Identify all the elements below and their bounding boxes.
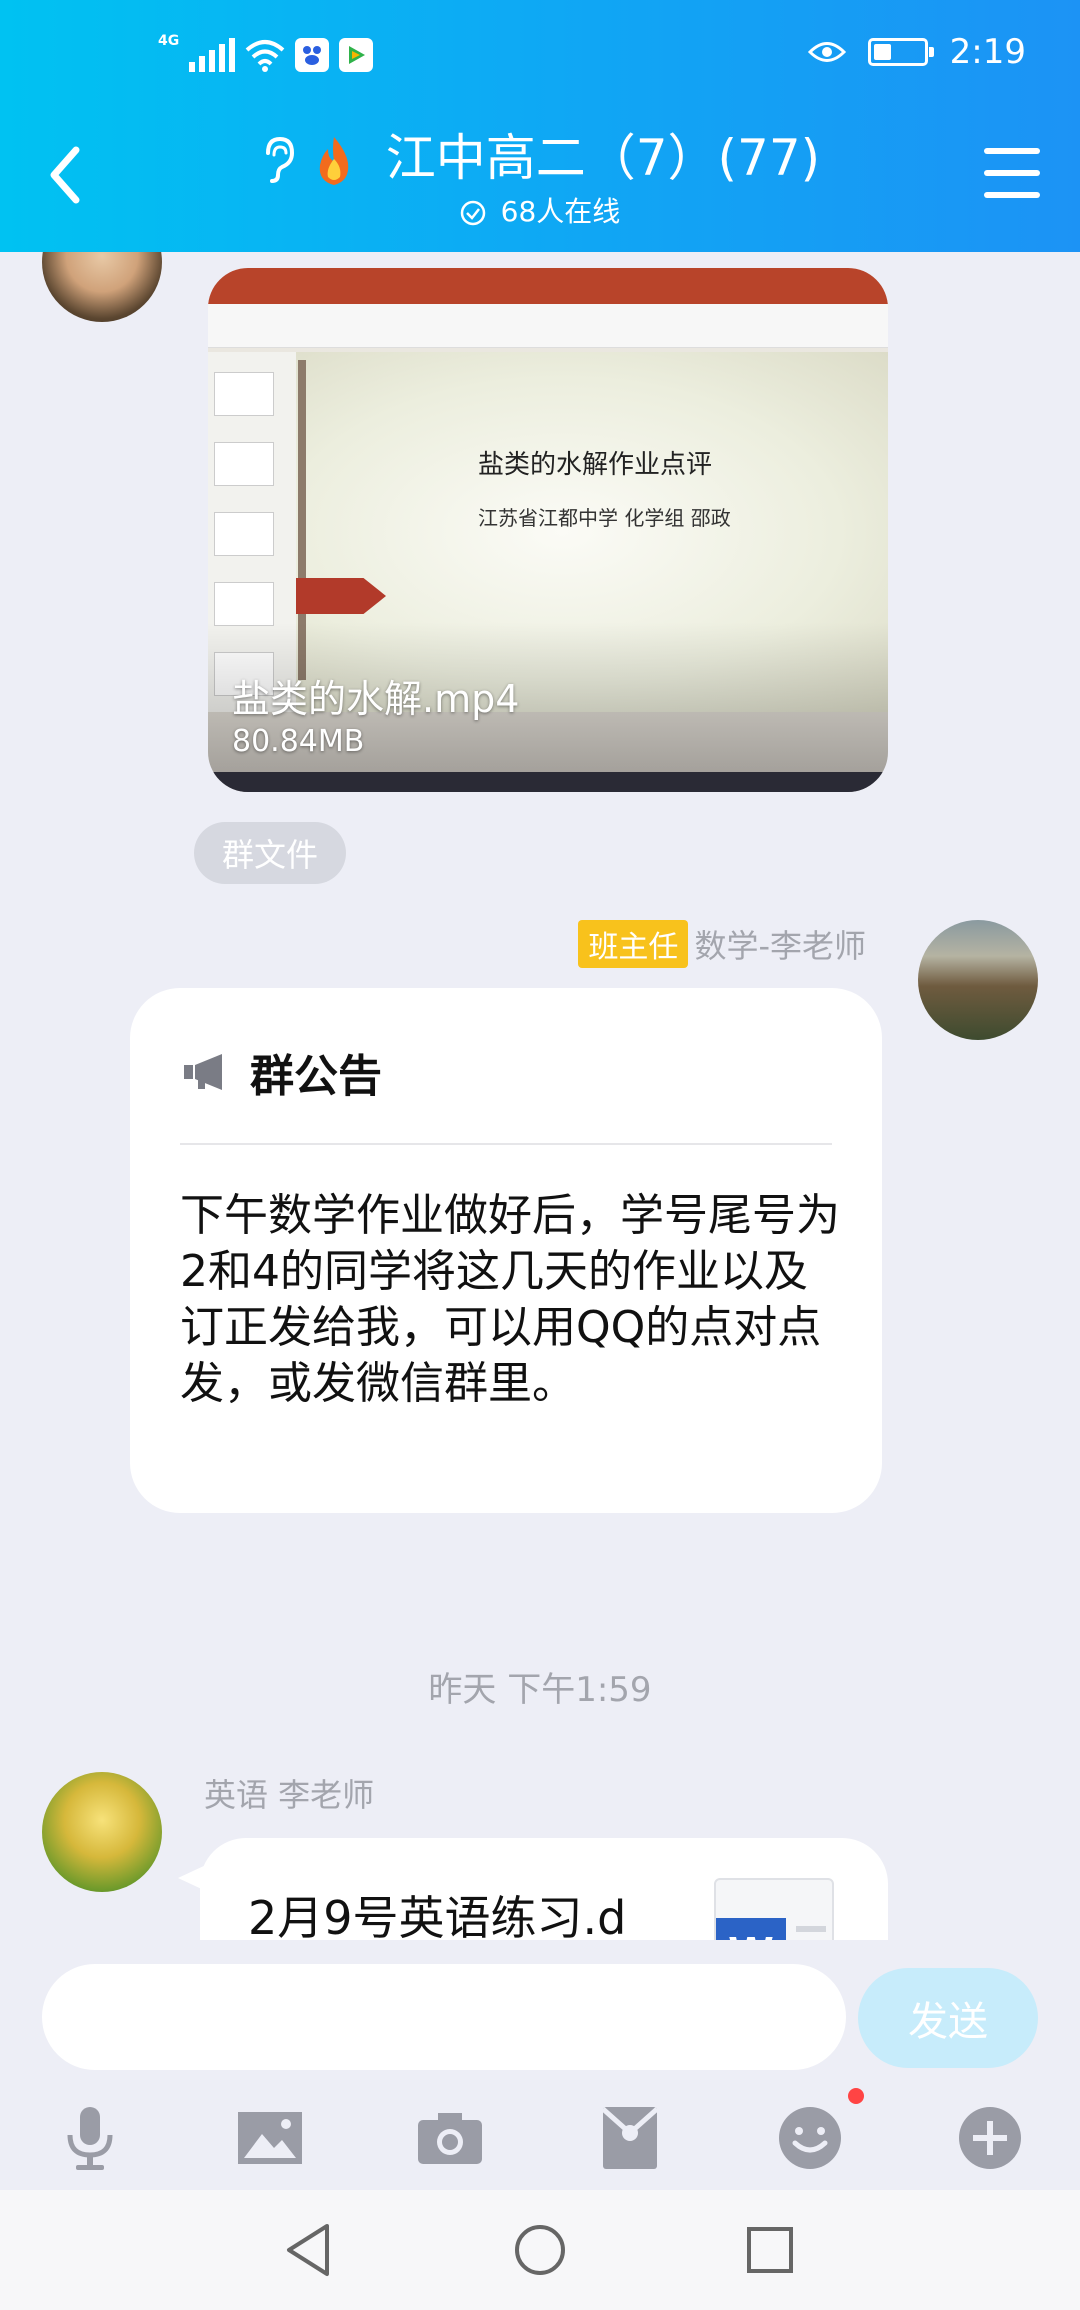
online-status: 68人在线	[0, 190, 1080, 230]
clock: 2:19	[949, 32, 1026, 72]
nav-back-button[interactable]	[278, 2220, 338, 2280]
slide-title: 盐类的水解作业点评	[478, 450, 713, 480]
online-count: 68人在线	[500, 195, 621, 228]
signal-icon	[189, 38, 236, 72]
emoji-icon[interactable]	[770, 2098, 850, 2178]
image-icon[interactable]	[230, 2098, 310, 2178]
sender-name: 数学-李老师	[694, 927, 866, 965]
nav-home-button[interactable]	[510, 2220, 570, 2280]
plus-icon[interactable]	[950, 2098, 1030, 2178]
network-type: 4G	[158, 33, 180, 49]
camera-icon[interactable]	[410, 2098, 490, 2178]
check-circle-icon	[460, 200, 485, 226]
red-packet-icon[interactable]	[590, 2098, 670, 2178]
slide-subtitle: 江苏省江都中学 化学组 邵政	[478, 506, 731, 530]
file-name: 2月9号英语练习.d	[248, 1891, 627, 1945]
eye-comfort-icon	[807, 42, 846, 62]
status-bar: 4G 2:19	[0, 30, 1080, 92]
chat-title-row[interactable]: 江中高二（7）(77)	[0, 118, 1080, 190]
group-file-tag[interactable]: 群文件	[194, 822, 346, 884]
send-button[interactable]: 发送	[858, 1968, 1038, 2068]
fire-icon	[319, 136, 349, 185]
battery-icon	[867, 38, 934, 66]
baidu-app-icon	[295, 38, 330, 72]
sender-info: 班主任 数学-李老师	[578, 920, 866, 968]
menu-button[interactable]	[984, 148, 1040, 198]
notice-heading: 群公告	[250, 1051, 382, 1102]
role-badge: 班主任	[578, 920, 689, 968]
avatar[interactable]	[918, 920, 1038, 1040]
menu-icon	[984, 148, 1040, 154]
sender-name: 英语 李老师	[204, 1776, 375, 1814]
chat-title: 江中高二（7）(77)	[385, 129, 821, 187]
timestamp: 昨天 下午1:59	[428, 1670, 652, 1710]
group-notice-card[interactable]: 群公告 下午数学作业做好后，学号尾号为2和4的同学将这几天的作业以及订正发给我，…	[130, 988, 882, 1513]
notification-dot	[848, 2088, 864, 2104]
divider	[180, 1143, 832, 1145]
nav-recents-button[interactable]	[740, 2220, 800, 2280]
avatar[interactable]	[42, 1772, 162, 1892]
video-file-size: 80.84MB	[232, 724, 365, 759]
ear-icon	[265, 136, 294, 183]
video-file-name: 盐类的水解.mp4	[232, 677, 520, 721]
triangle-back-icon	[287, 2224, 329, 2276]
chat-header: 4G 2:19 江中高二（7）(77) 68人在线	[0, 0, 1080, 252]
system-nav-bar	[0, 2190, 1080, 2310]
video-message[interactable]: 盐类的水解作业点评 江苏省江都中学 化学组 邵政 盐类的水解.mp4 80.84…	[208, 268, 888, 792]
video-app-icon	[339, 38, 374, 72]
megaphone-icon	[184, 1054, 222, 1090]
wifi-icon	[245, 40, 285, 72]
notice-body: 下午数学作业做好后，学号尾号为2和4的同学将这几天的作业以及订正发给我，可以用Q…	[180, 1190, 840, 1409]
message-input[interactable]	[42, 1964, 846, 2070]
square-recents-icon	[747, 2227, 793, 2273]
circle-home-icon	[515, 2225, 565, 2275]
microphone-icon[interactable]	[50, 2098, 130, 2178]
